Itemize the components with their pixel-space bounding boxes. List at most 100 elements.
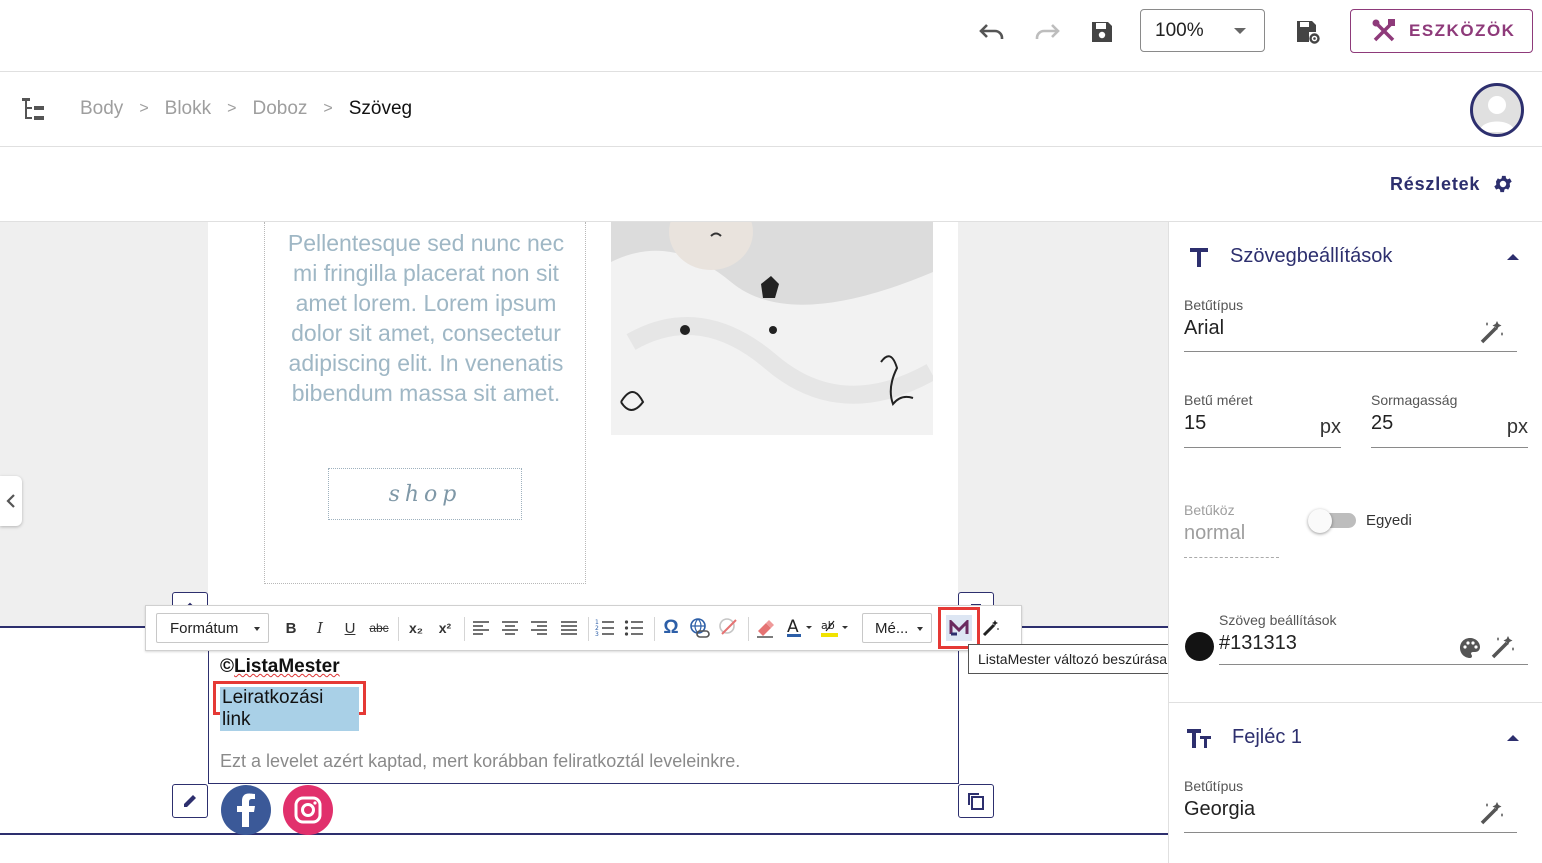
field-underline: [1371, 447, 1528, 448]
collapse-panel-handle[interactable]: [0, 476, 22, 526]
line-height-field[interactable]: Sormagasság 25 px: [1371, 392, 1528, 448]
selection-guide-bottom: [0, 833, 1168, 835]
letter-spacing-value: normal: [1184, 522, 1246, 544]
field-underline: [1184, 557, 1279, 558]
body-text: Pellentesque sed nunc nec mi fringilla p…: [287, 230, 565, 406]
duplicate-button[interactable]: [958, 784, 994, 818]
footer-copyright: ©ListaMester: [220, 656, 340, 678]
facebook-icon[interactable]: [221, 785, 271, 835]
tree-structure-icon[interactable]: [20, 96, 48, 122]
heading1-settings-header[interactable]: Fejléc 1: [1186, 726, 1302, 749]
breadcrumb-current: Szöveg: [348, 98, 413, 119]
field-underline: [1219, 664, 1528, 665]
product-image[interactable]: [611, 222, 933, 435]
chevron-down-icon: [254, 627, 260, 631]
rich-text-toolbar: Formátum B I U abc x₂ x² 123 Ω A ab Mé..…: [145, 605, 1022, 651]
bullet-list-icon[interactable]: [621, 615, 647, 641]
color-swatch[interactable]: [1185, 632, 1214, 661]
undo-icon[interactable]: [974, 14, 1010, 50]
unsubscribe-highlight: Leiratkozási link: [213, 681, 366, 731]
save-settings-icon[interactable]: [1290, 14, 1326, 50]
align-justify-icon[interactable]: [556, 615, 582, 641]
save-icon[interactable]: [1084, 14, 1120, 50]
font-family-field[interactable]: Betűtípus Arial: [1184, 297, 1517, 352]
align-right-icon[interactable]: [526, 615, 552, 641]
align-left-icon[interactable]: [468, 615, 494, 641]
user-icon: [1479, 96, 1515, 132]
chevron-left-icon: [6, 494, 15, 508]
more-options-select[interactable]: Mé...: [862, 613, 932, 643]
text-type-icon: [1190, 247, 1208, 267]
line-height-unit: px: [1506, 416, 1528, 438]
chevron-up-icon[interactable]: [1507, 735, 1519, 741]
palette-icon[interactable]: [1458, 636, 1482, 660]
toggle-knob[interactable]: [1308, 509, 1332, 533]
tools-button[interactable]: ESZKÖZÖK: [1350, 9, 1533, 53]
special-character-button[interactable]: Ω: [658, 615, 684, 641]
highlight-color-icon[interactable]: ab: [819, 615, 853, 641]
shop-button[interactable]: shop: [328, 468, 522, 520]
letter-spacing-field: Betűköz normal: [1184, 502, 1279, 558]
format-label: Formátum: [170, 619, 239, 637]
breadcrumb-item-body[interactable]: Body: [80, 98, 123, 120]
svg-text:3: 3: [595, 631, 599, 637]
breadcrumb-separator: >: [139, 100, 149, 117]
unsubscribe-link[interactable]: Leiratkozási link: [220, 687, 359, 731]
text-settings-header[interactable]: Szövegbeállítások: [1188, 245, 1392, 268]
bold-button[interactable]: B: [278, 615, 304, 641]
line-height-label: Sormagasság: [1371, 392, 1458, 408]
strikethrough-button[interactable]: abc: [366, 615, 392, 641]
font-size-unit: px: [1319, 416, 1341, 438]
subscript-button[interactable]: x₂: [403, 615, 429, 641]
zoom-select[interactable]: 100%: [1140, 9, 1265, 52]
more-label: Mé...: [875, 619, 909, 637]
email-canvas: Pellentesque sed nunc nec mi fringilla p…: [0, 222, 1168, 863]
toolbar-divider: [654, 617, 655, 641]
magic-wand-icon[interactable]: [1479, 319, 1505, 345]
magic-wand-icon[interactable]: [1479, 800, 1505, 826]
toolbar-divider: [748, 617, 749, 641]
unlink-icon[interactable]: [716, 615, 742, 641]
heading1-font-label: Betűtípus: [1184, 778, 1244, 794]
custom-toggle-label: Egyedi: [1366, 512, 1412, 529]
field-underline: [1184, 447, 1341, 448]
text-color-icon[interactable]: A: [784, 615, 818, 641]
numbered-list-icon[interactable]: 123: [592, 615, 618, 641]
italic-button[interactable]: I: [307, 615, 333, 641]
text-size-icon: [1187, 728, 1211, 748]
listamester-variable-button[interactable]: [938, 607, 980, 649]
edit-button[interactable]: [172, 784, 208, 818]
text-box[interactable]: Pellentesque sed nunc nec mi fringilla p…: [264, 222, 586, 584]
underline-button[interactable]: U: [337, 615, 363, 641]
redo-icon[interactable]: [1029, 14, 1065, 50]
text-color-field[interactable]: Szöveg beállítások #131313: [1219, 612, 1528, 665]
heading1-font-field[interactable]: Betűtípus Georgia: [1184, 778, 1517, 833]
breadcrumb-separator: >: [323, 100, 333, 117]
font-size-field[interactable]: Betű méret 15 px: [1184, 392, 1341, 448]
breadcrumb-bar: Body > Blokk > Doboz > Szöveg: [0, 72, 1542, 147]
format-select[interactable]: Formátum: [156, 613, 269, 643]
align-center-icon[interactable]: [497, 615, 523, 641]
breadcrumb-item-block[interactable]: Blokk: [165, 98, 211, 120]
tools-label: ESZKÖZÖK: [1409, 21, 1516, 40]
toolbar-divider: [464, 617, 465, 641]
avatar[interactable]: [1470, 83, 1524, 137]
breadcrumb-item-box[interactable]: Doboz: [252, 98, 307, 120]
heading1-font-value: Georgia: [1184, 798, 1256, 820]
line-height-value: 25: [1371, 412, 1394, 434]
instagram-icon[interactable]: [283, 785, 333, 835]
font-family-value: Arial: [1184, 317, 1225, 339]
magic-wand-icon[interactable]: [978, 615, 1004, 641]
svg-text:ab: ab: [821, 619, 835, 632]
details-button[interactable]: Részletek: [1390, 173, 1514, 195]
link-icon[interactable]: [687, 615, 713, 641]
toolbar-divider: [398, 617, 399, 641]
copyright-symbol: ©: [220, 656, 234, 677]
font-size-label: Betű méret: [1184, 392, 1253, 408]
superscript-button[interactable]: x²: [432, 615, 458, 641]
magic-wand-icon[interactable]: [1490, 634, 1516, 660]
copy-icon: [968, 793, 984, 810]
chevron-up-icon[interactable]: [1507, 254, 1519, 260]
eraser-icon[interactable]: [752, 615, 778, 641]
chevron-down-icon: [1234, 28, 1246, 34]
